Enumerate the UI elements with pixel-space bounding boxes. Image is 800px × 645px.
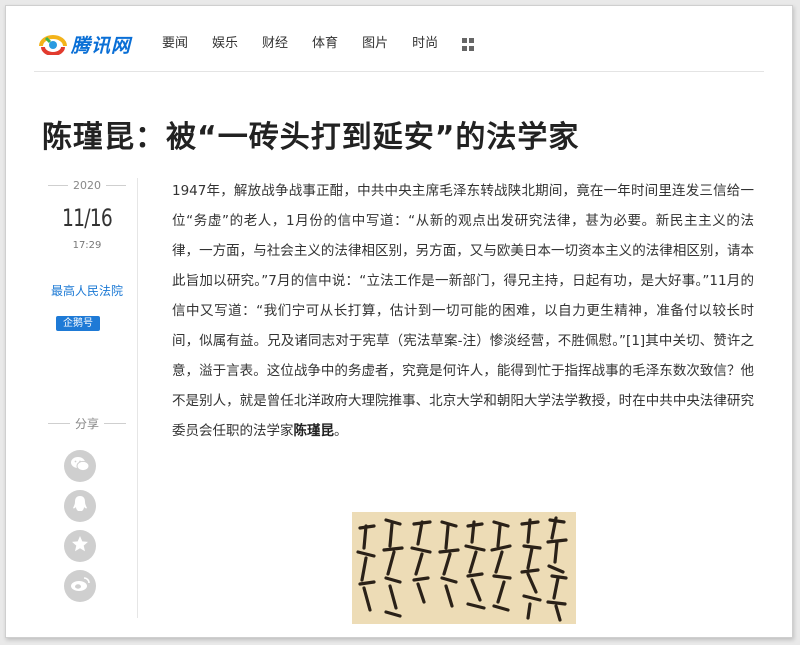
qzone-star-icon	[71, 535, 89, 557]
calligraphy-letter-image	[352, 512, 576, 624]
nav-item-entertainment[interactable]: 娱乐	[212, 34, 238, 54]
source-link[interactable]: 最高人民法院	[34, 284, 140, 299]
date-year-row: 2020	[48, 179, 126, 192]
nav-item-photos[interactable]: 图片	[362, 34, 388, 54]
share-qq-button[interactable]	[64, 490, 96, 522]
date-monthday: 11/16	[61, 204, 113, 232]
article-body: 1947年，解放战争战事正酣，中共中央主席毛泽东转战陕北期间，竟在一年时间里连发…	[172, 176, 754, 446]
share-label: 分享	[75, 417, 100, 431]
publish-time: 17:29	[72, 240, 102, 251]
meta-divider	[137, 178, 138, 618]
logo-icon	[38, 33, 68, 56]
qq-icon	[72, 495, 88, 517]
logo-text: 腾讯网	[71, 34, 132, 57]
article-paragraph: 1947年，解放战争战事正酣，中共中央主席毛泽东转战陕北期间，竟在一年时间里连发…	[172, 183, 754, 439]
share-wechat-button[interactable]	[64, 450, 96, 482]
nav-item-news[interactable]: 要闻	[162, 34, 188, 54]
top-header: 腾讯网 要闻 娱乐 财经 体育 图片 时尚	[6, 6, 792, 72]
nav-item-fashion[interactable]: 时尚	[412, 34, 438, 54]
more-grid-icon[interactable]	[462, 38, 476, 52]
article-title: 陈瑾昆：被“一砖头打到延安”的法学家	[42, 120, 580, 155]
date-year: 2020	[73, 179, 101, 192]
share-weibo-button[interactable]	[64, 570, 96, 602]
page-frame: 腾讯网 要闻 娱乐 财经 体育 图片 时尚 陈瑾昆：被“一砖头打到延安”的法学家…	[5, 5, 793, 638]
main-nav: 要闻 娱乐 财经 体育 图片 时尚	[162, 34, 476, 54]
site-logo[interactable]: 腾讯网	[38, 30, 131, 58]
penguin-account-badge[interactable]: 企鹅号	[56, 316, 100, 331]
header-divider	[34, 71, 764, 72]
weibo-icon	[70, 576, 90, 596]
share-header: 分享	[48, 415, 127, 432]
nav-item-finance[interactable]: 财经	[262, 34, 288, 54]
nav-item-sports[interactable]: 体育	[312, 34, 338, 54]
wechat-icon	[70, 456, 90, 476]
share-qzone-button[interactable]	[64, 530, 96, 562]
person-name: 陈瑾昆	[293, 423, 335, 439]
